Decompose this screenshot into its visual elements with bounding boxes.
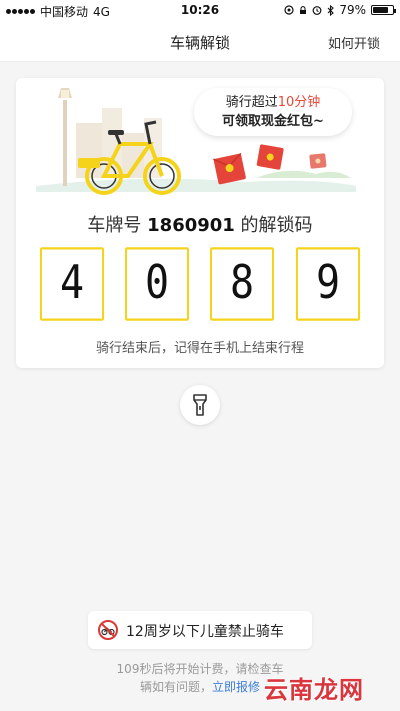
how-to-unlock-link[interactable]: 如何开锁 xyxy=(328,33,380,52)
reward-bubble: 骑行超过10分钟 可领取现金红包~ xyxy=(194,88,352,136)
alarm-icon xyxy=(312,6,322,15)
flashlight-icon xyxy=(193,394,207,416)
nav-bar: 车辆解锁 如何开锁 xyxy=(0,22,400,62)
reward-minutes: 10分钟 xyxy=(277,95,321,110)
no-bike-icon xyxy=(98,620,118,640)
unlock-digit-4: 9 xyxy=(296,247,360,321)
unlock-digit-3: 8 xyxy=(210,247,274,321)
lock-rotation-icon xyxy=(300,6,307,14)
watermark: 云南龙网 xyxy=(264,676,364,704)
flashlight-button[interactable] xyxy=(180,385,220,425)
plate-number: 1860901 xyxy=(147,215,235,236)
unlock-digit-1: 4 xyxy=(40,247,104,321)
status-bar: 中国移动 4G 10:26 79% xyxy=(0,0,400,22)
age-notice-text: 12周岁以下儿童禁止骑车 xyxy=(126,624,284,640)
plate-prefix: 车牌号 xyxy=(87,215,148,236)
battery-icon xyxy=(371,5,396,15)
end-trip-hint: 骑行结束后，记得在手机上结束行程 xyxy=(95,341,304,356)
unlock-digit-2: 0 xyxy=(125,247,189,321)
age-notice: 12周岁以下儿童禁止骑车 xyxy=(88,611,312,649)
location-icon xyxy=(284,5,294,15)
reward-line-2: 可领取现金红包~ xyxy=(222,114,324,129)
reward-line-1: 骑行超过10分钟 xyxy=(194,93,352,112)
footer-line-2-prefix: 辆如有问题， xyxy=(139,680,212,694)
unlock-card: 骑行超过10分钟 可领取现金红包~ 车牌号 1860901 的解锁码 4 0 8… xyxy=(16,78,384,368)
battery-fill xyxy=(373,7,388,13)
report-repair-link[interactable]: 立即报修 xyxy=(212,680,260,694)
reward-line-1-prefix: 骑行超过 xyxy=(225,95,278,110)
plate-suffix: 的解锁码 xyxy=(234,215,313,236)
status-right: 79% xyxy=(284,3,396,17)
battery-percent: 79% xyxy=(339,3,366,17)
plate-line: 车牌号 1860901 的解锁码 xyxy=(16,211,384,237)
bluetooth-icon xyxy=(327,4,335,16)
unlock-code: 4 0 8 9 xyxy=(40,247,360,321)
